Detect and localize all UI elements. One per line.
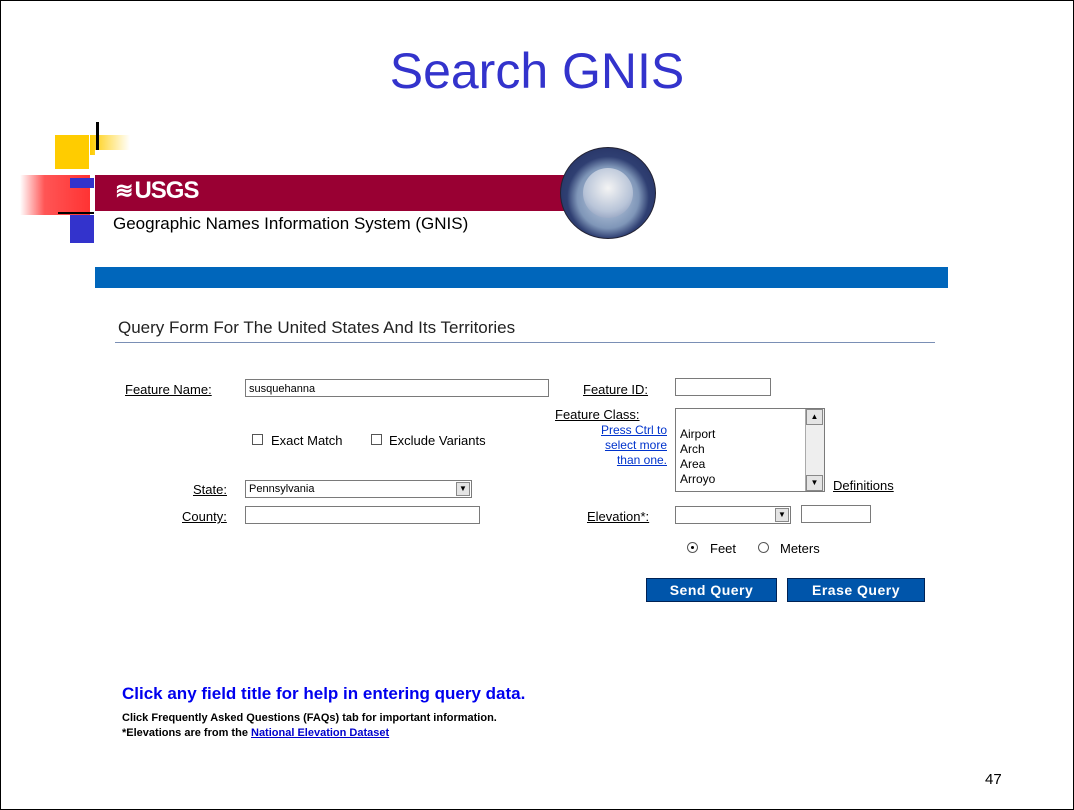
- usgs-wave-icon: ≋: [115, 178, 133, 203]
- faq-help-text: Click Frequently Asked Questions (FAQs) …: [122, 712, 497, 724]
- feature-id-label[interactable]: Feature ID:: [583, 382, 648, 397]
- slide-decoration-blue: [70, 215, 94, 243]
- gnis-screenshot: ≋USGS Geographic Names Information Syste…: [95, 147, 948, 780]
- slide-title: Search GNIS: [389, 43, 685, 99]
- exact-match-checkbox[interactable]: [252, 434, 263, 445]
- press-ctrl-help-link[interactable]: Press Ctrl to select more than one.: [560, 423, 667, 468]
- exclude-variants-label: Exclude Variants: [389, 433, 486, 448]
- press-ctrl-help-line-3: than one.: [616, 453, 667, 467]
- chevron-down-icon[interactable]: ▼: [456, 482, 470, 496]
- slide-decoration-yellow: [55, 135, 89, 169]
- feet-radio[interactable]: [687, 542, 698, 553]
- scroll-down-icon[interactable]: ▼: [806, 475, 823, 491]
- feature-class-option[interactable]: Airport: [680, 427, 715, 441]
- national-elevation-dataset-link[interactable]: National Elevation Dataset: [251, 727, 389, 739]
- send-query-button[interactable]: Send Query: [646, 578, 777, 602]
- feature-class-option[interactable]: Arch: [680, 442, 705, 456]
- slide-decoration-line-horizontal: [58, 212, 94, 214]
- erase-query-button[interactable]: Erase Query: [787, 578, 925, 602]
- feature-class-label[interactable]: Feature Class:: [555, 407, 640, 422]
- listbox-scrollbar[interactable]: ▲ ▼: [805, 409, 824, 491]
- form-divider: [115, 342, 935, 343]
- usgs-logo[interactable]: ≋USGS: [115, 177, 199, 205]
- meters-radio[interactable]: [758, 542, 769, 553]
- feet-label: Feet: [710, 541, 737, 556]
- county-label[interactable]: County:: [182, 509, 227, 524]
- feature-class-listbox[interactable]: Airport Arch Area Arroyo ▲ ▼: [675, 408, 825, 492]
- chevron-down-icon[interactable]: ▼: [775, 508, 789, 522]
- slide-decoration-line-vertical: [96, 122, 99, 152]
- usgs-logo-text: USGS: [134, 177, 199, 204]
- seal-eagle-icon: [583, 168, 633, 218]
- press-ctrl-help-line-2: select more: [604, 438, 667, 452]
- state-label[interactable]: State:: [193, 482, 227, 497]
- board-seal-icon: [560, 147, 656, 239]
- meters-label: Meters: [780, 541, 820, 556]
- scroll-up-icon[interactable]: ▲: [806, 409, 823, 425]
- feature-name-label[interactable]: Feature Name:: [125, 382, 212, 397]
- feature-id-input[interactable]: [675, 378, 771, 396]
- press-ctrl-help-line-1: Press Ctrl to: [600, 423, 667, 437]
- state-select-value: Pennsylvania: [249, 483, 315, 495]
- county-input[interactable]: [245, 506, 480, 524]
- elevation-note-text: *Elevations are from the: [122, 727, 251, 739]
- usgs-header-bar: ≋USGS: [95, 175, 570, 211]
- elevation-note: *Elevations are from the National Elevat…: [122, 727, 389, 739]
- help-heading: Click any field title for help in enteri…: [122, 684, 526, 703]
- feature-class-option[interactable]: Arroyo: [680, 472, 715, 486]
- elevation-label[interactable]: Elevation*:: [587, 509, 649, 524]
- elevation-value-input[interactable]: [801, 505, 871, 523]
- exclude-variants-checkbox[interactable]: [371, 434, 382, 445]
- slide-decoration-blue-top: [70, 178, 94, 188]
- state-select[interactable]: Pennsylvania ▼: [245, 480, 472, 498]
- feature-name-input[interactable]: susquehanna: [245, 379, 549, 397]
- gnis-subtitle: Geographic Names Information System (GNI…: [113, 214, 469, 233]
- nav-band: [95, 267, 948, 288]
- page-number: 47: [985, 771, 1002, 788]
- exact-match-label: Exact Match: [271, 433, 343, 448]
- definitions-link[interactable]: Definitions: [833, 478, 894, 493]
- elevation-operator-select[interactable]: ▼: [675, 506, 791, 524]
- feature-class-option[interactable]: Area: [680, 457, 705, 471]
- form-title: Query Form For The United States And Its…: [118, 318, 516, 337]
